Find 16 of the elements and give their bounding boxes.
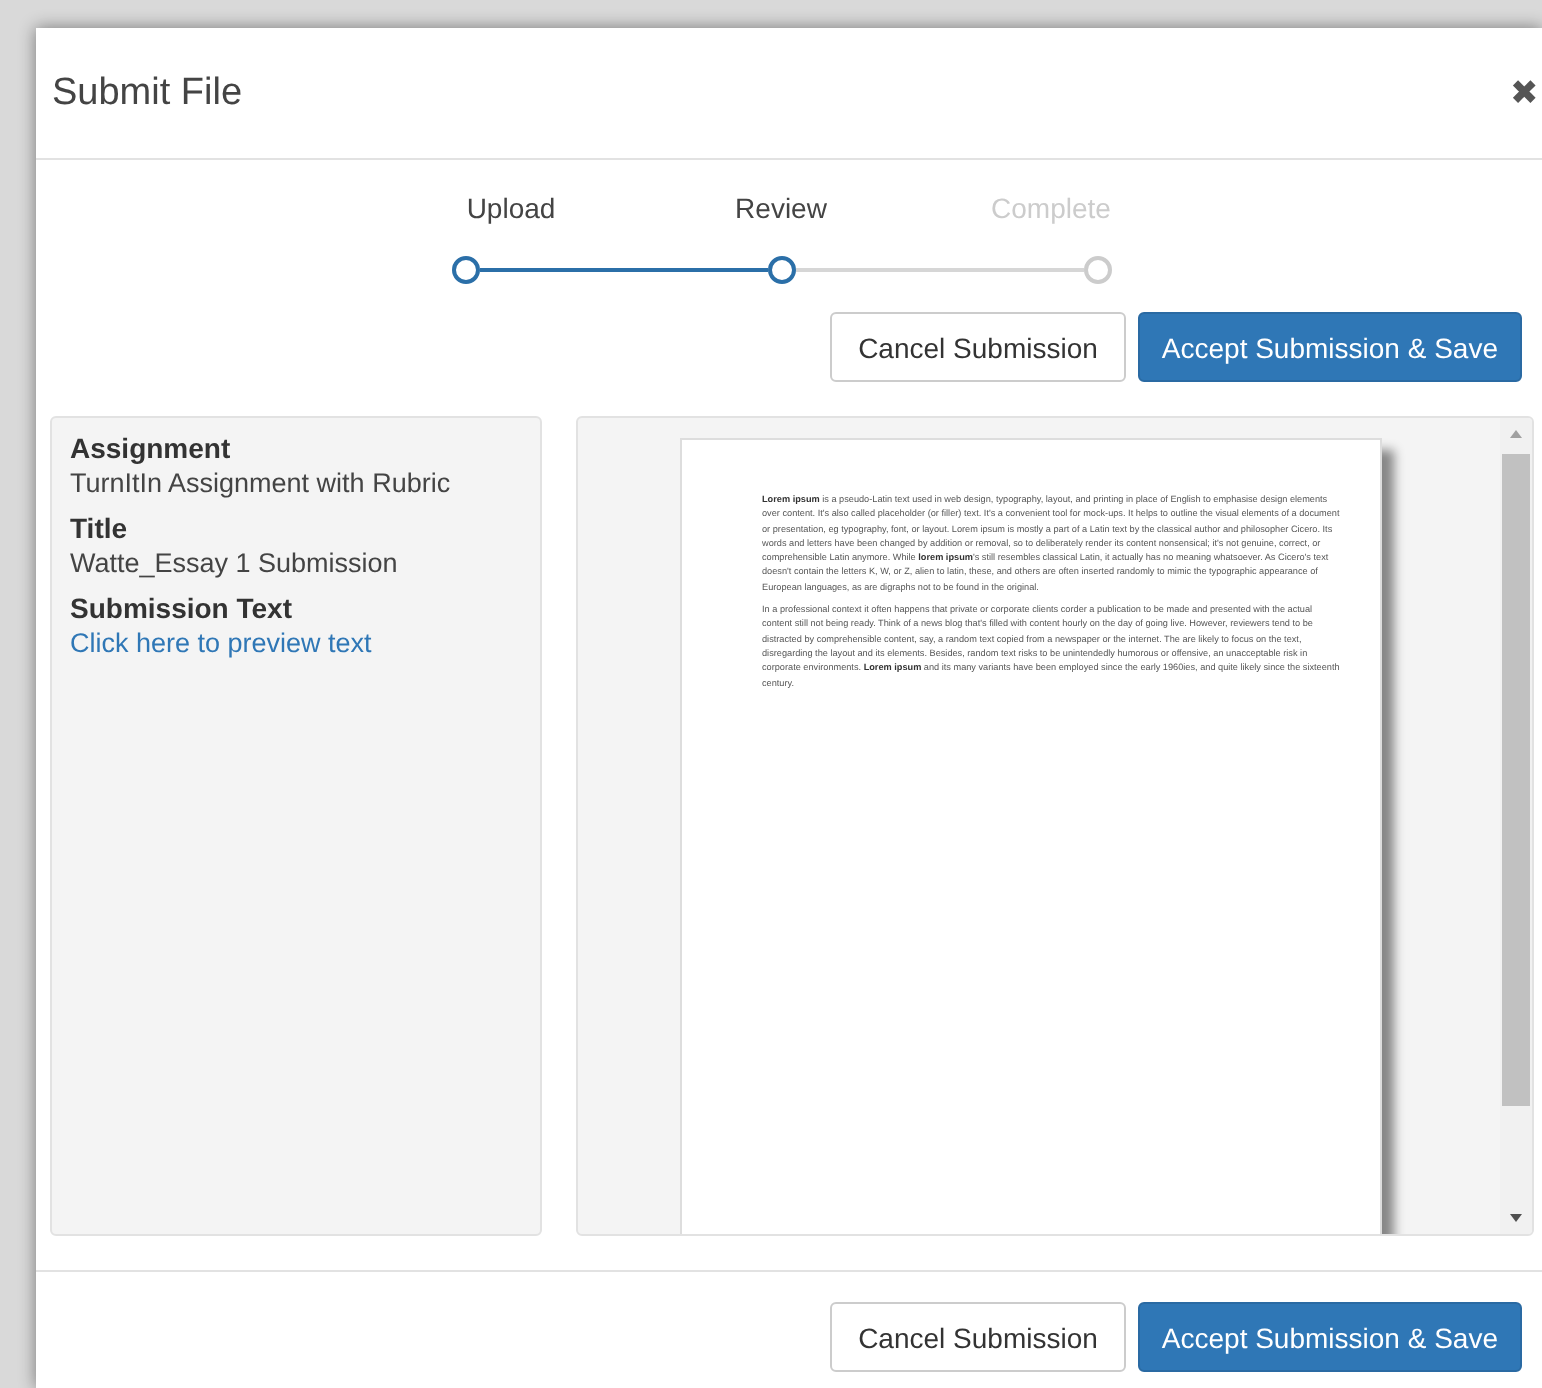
accept-button[interactable]: Accept Submission & Save <box>1137 312 1522 382</box>
scroll-up-icon[interactable] <box>1508 428 1524 440</box>
field-label: Submission Text <box>70 592 294 626</box>
preview-link[interactable]: Click here to preview text <box>70 626 522 660</box>
field-label: Title <box>70 512 130 546</box>
field-label: Assignment <box>70 432 233 466</box>
cancel-button[interactable]: Cancel Submission <box>830 312 1126 382</box>
step-label: Review <box>733 192 829 224</box>
scroll-down-icon[interactable] <box>1508 1212 1524 1224</box>
step-label: Upload <box>464 192 558 224</box>
accept-button[interactable]: Accept Submission & Save <box>1137 1302 1522 1372</box>
close-button[interactable]: ✖ <box>1506 72 1542 114</box>
dialog-title: Submit File <box>52 71 243 115</box>
cancel-button[interactable]: Cancel Submission <box>830 1302 1126 1372</box>
field-value: TurnItIn Assignment with Rubric <box>70 466 453 500</box>
field-value: Watte_Essay 1 Submission <box>70 546 400 580</box>
